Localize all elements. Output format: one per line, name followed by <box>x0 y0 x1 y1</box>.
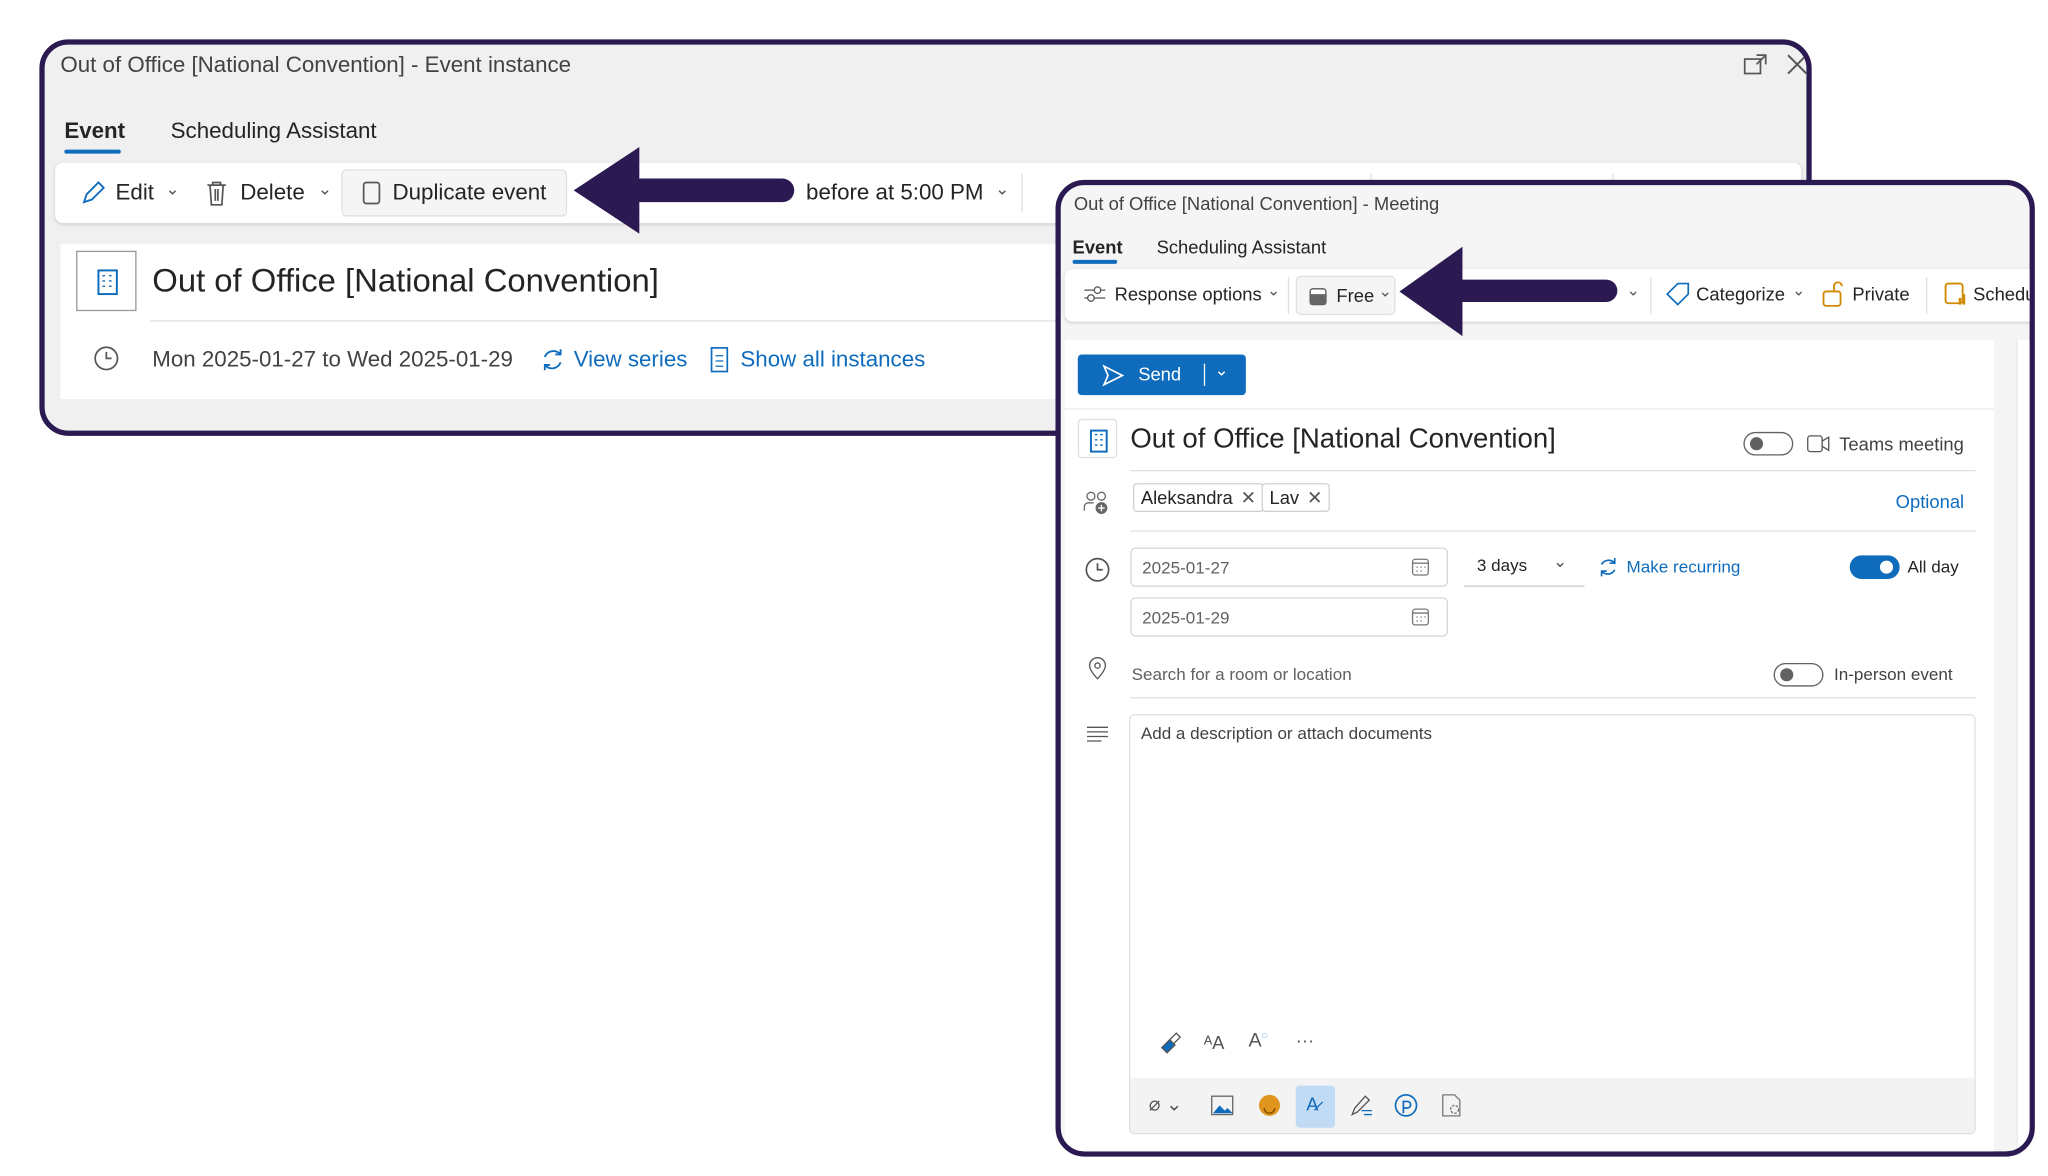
tab-event[interactable]: Event <box>64 118 125 144</box>
tab-scheduling-assistant[interactable]: Scheduling Assistant <box>1157 236 1327 257</box>
format-painter-icon[interactable] <box>1157 1031 1183 1057</box>
annotation-arrow <box>573 147 795 234</box>
calendar-icon[interactable] <box>1410 557 1431 578</box>
remove-icon[interactable]: ✕ <box>1307 486 1322 508</box>
make-recurring-link[interactable]: Make recurring <box>1627 557 1741 577</box>
clock-icon <box>92 344 121 373</box>
duplicate-event-button[interactable]: Duplicate event <box>341 169 568 217</box>
end-date-input[interactable]: 2025-01-29 <box>1130 597 1449 637</box>
scheduling-poll-icon <box>1944 281 1968 307</box>
lock-open-icon <box>1821 281 1845 307</box>
all-day-label: All day <box>1907 556 1959 577</box>
duration-dropdown[interactable]: 3 days ⌄ <box>1463 547 1585 587</box>
delete-icon <box>202 179 231 208</box>
pop-out-icon[interactable] <box>1741 50 1770 79</box>
start-date-input[interactable]: 2025-01-27 <box>1130 547 1449 587</box>
attach-icon[interactable]: ⌀ ⌄ <box>1149 1092 1183 1116</box>
remove-icon[interactable]: ✕ <box>1241 486 1256 508</box>
view-series-link[interactable]: View series <box>574 347 688 373</box>
video-icon <box>1805 432 1831 456</box>
attendee-chip[interactable]: Aleksandra ✕ <box>1132 483 1264 512</box>
send-button[interactable]: Send ⌄ <box>1077 354 1246 396</box>
tab-event[interactable]: Event <box>1073 236 1123 257</box>
all-day-toggle[interactable] <box>1849 555 1900 579</box>
categorize-button[interactable]: Categorize <box>1696 284 1785 305</box>
loop-icon[interactable] <box>1393 1092 1419 1118</box>
font-size-icon[interactable]: ᴬA <box>1204 1032 1225 1053</box>
in-person-label: In-person event <box>1833 664 1953 684</box>
location-input[interactable]: Search for a room or location <box>1132 664 1352 684</box>
tab-scheduling-assistant[interactable]: Scheduling Assistant <box>171 118 377 144</box>
window-title: Out of Office [National Convention] - Me… <box>1073 192 1440 214</box>
description-icon <box>1086 723 1110 744</box>
more-options-button[interactable]: ··· <box>1296 1029 1314 1050</box>
add-people-icon <box>1083 490 1109 516</box>
image-icon[interactable] <box>1209 1094 1235 1118</box>
refresh-series-icon <box>538 345 567 374</box>
file-icon[interactable] <box>1440 1092 1464 1118</box>
private-button[interactable]: Private <box>1852 284 1909 305</box>
edit-button[interactable]: Edit <box>116 180 154 206</box>
editor-icon[interactable]: A̷ <box>1295 1085 1336 1128</box>
close-icon[interactable] <box>1783 50 1807 79</box>
duplicate-icon <box>358 180 384 206</box>
optional-link[interactable]: Optional <box>1896 491 1964 512</box>
reminder-dropdown[interactable]: before at 5:00 PM <box>806 180 983 206</box>
emoji-icon[interactable] <box>1256 1092 1282 1118</box>
description-editor[interactable]: Add a description or attach documents ᴬA… <box>1129 714 1976 1135</box>
teams-meeting-toggle[interactable] <box>1743 431 1794 456</box>
building-icon <box>76 250 137 312</box>
busy-status-icon <box>1308 286 1329 307</box>
annotation-arrow <box>1399 246 1618 337</box>
recurring-icon <box>1596 555 1620 579</box>
text-effects-icon[interactable]: A◌ <box>1248 1029 1267 1051</box>
event-title: Out of Office [National Convention] <box>1130 424 1556 455</box>
location-icon <box>1086 655 1110 681</box>
draw-icon[interactable] <box>1348 1092 1374 1118</box>
response-options-icon <box>1083 282 1107 306</box>
calendar-icon[interactable] <box>1410 607 1431 628</box>
building-icon <box>1077 418 1118 459</box>
teams-meeting-label: Teams meeting <box>1839 433 1964 455</box>
delete-button[interactable]: Delete <box>240 180 305 206</box>
list-icon <box>706 345 732 374</box>
tag-icon <box>1666 282 1690 306</box>
in-person-toggle[interactable] <box>1773 662 1824 687</box>
schedule-button[interactable]: Schedu <box>1973 284 2029 305</box>
show-as-dropdown[interactable]: Free ⌄ <box>1295 275 1396 316</box>
event-title: Out of Office [National Convention] <box>152 262 659 300</box>
event-details: Out of Office [National Convention] Mon … <box>60 244 1111 400</box>
calendar-side-pane <box>2016 340 2030 1152</box>
compose-form: Send ⌄ Out of Office [National Conventio… <box>1064 340 1995 1152</box>
date-range: Mon 2025-01-27 to Wed 2025-01-29 <box>152 346 513 372</box>
edit-icon <box>79 179 108 208</box>
show-all-instances-link[interactable]: Show all instances <box>740 347 925 373</box>
response-options-button[interactable]: Response options <box>1115 284 1262 305</box>
insert-toolbar: ⌀ ⌄ A̷ <box>1130 1077 1975 1133</box>
send-icon <box>1101 364 1125 388</box>
send-options-chevron[interactable]: ⌄ <box>1214 360 1228 381</box>
attendee-chip[interactable]: Lav ✕ <box>1261 483 1331 512</box>
window-title: Out of Office [National Convention] - Ev… <box>60 52 572 78</box>
clock-icon <box>1084 557 1110 583</box>
